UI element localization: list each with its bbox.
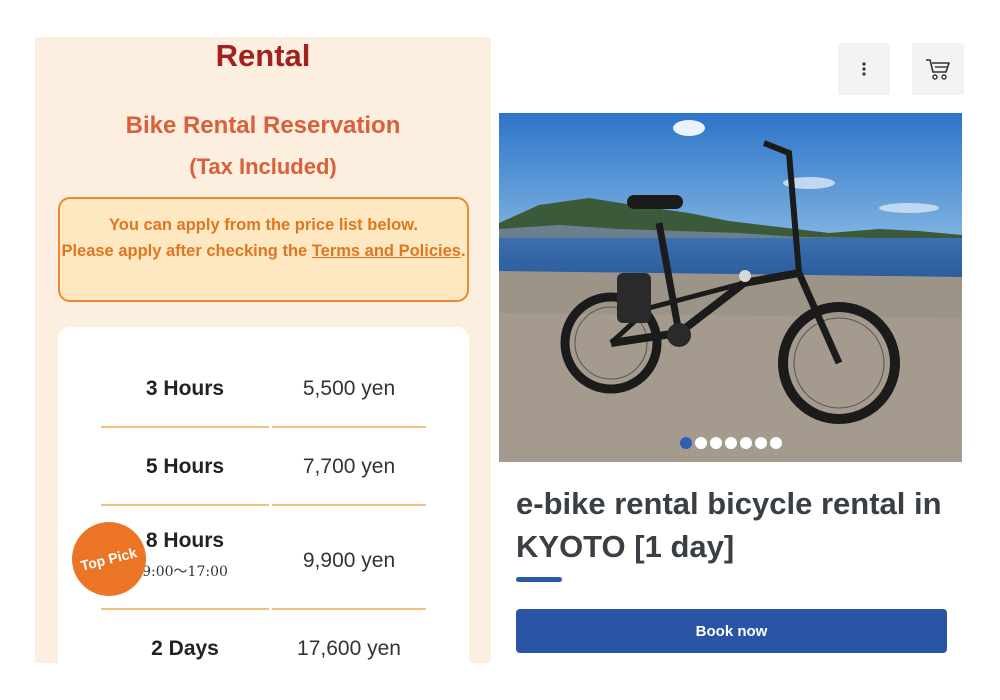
top-pick-badge: Top Pick [72,522,146,596]
duration-label: 3 Hours [145,377,225,400]
carousel-dot[interactable] [694,437,707,449]
book-now-button[interactable]: Book now [516,609,947,653]
row-divider [272,608,426,610]
carousel-dot[interactable] [739,437,752,449]
carousel-dot[interactable] [709,437,722,449]
carousel-dot[interactable] [679,437,692,449]
rental-panel: Rental Bike Rental Reservation (Tax Incl… [35,37,491,663]
duration-label: 5 Hours [145,455,225,478]
price-value: 5,500 yen [302,377,396,400]
price-row[interactable]: 8 Hours 9:00〜17:00 9,900 yen [101,529,426,589]
carousel-dot[interactable] [724,437,737,449]
reservation-title: Bike Rental Reservation [125,112,401,139]
row-divider [101,608,269,610]
carousel-dot[interactable] [754,437,767,449]
carousel-dot[interactable] [769,437,782,449]
price-value: 17,600 yen [297,637,401,660]
terms-link[interactable]: Terms and Policies [312,242,461,260]
vertical-ellipsis-icon [862,62,866,76]
notice-line-2: Please apply after checking the Terms an… [61,242,466,260]
price-table: 3 Hours 5,500 yen 5 Hours 7,700 yen 8 Ho… [58,327,469,663]
tax-note: (Tax Included) [189,154,337,179]
row-divider [272,426,426,428]
title-underline [516,577,562,582]
product-image[interactable] [499,113,962,462]
notice-box: You can apply from the price list below.… [58,197,469,302]
notice-line-1: You can apply from the price list below. [109,216,418,234]
row-divider [272,504,426,506]
cart-button[interactable] [912,43,964,95]
price-value: 7,700 yen [302,455,396,478]
price-row[interactable]: 3 Hours 5,500 yen [101,377,426,407]
product-title: e-bike rental bicycle rental in KYOTO [1… [516,486,942,564]
bike-photo [499,113,962,462]
price-value: 9,900 yen [302,549,396,572]
price-row[interactable]: 5 Hours 7,700 yen [101,455,426,485]
cart-icon [926,59,950,80]
duration-label: 2 Days [151,637,219,660]
price-row[interactable]: 2 Days 17,600 yen [101,637,426,663]
rental-title: Rental [215,38,311,73]
more-menu-button[interactable] [838,43,890,95]
carousel-dots [499,437,962,449]
row-divider [101,426,269,428]
row-divider [101,504,269,506]
